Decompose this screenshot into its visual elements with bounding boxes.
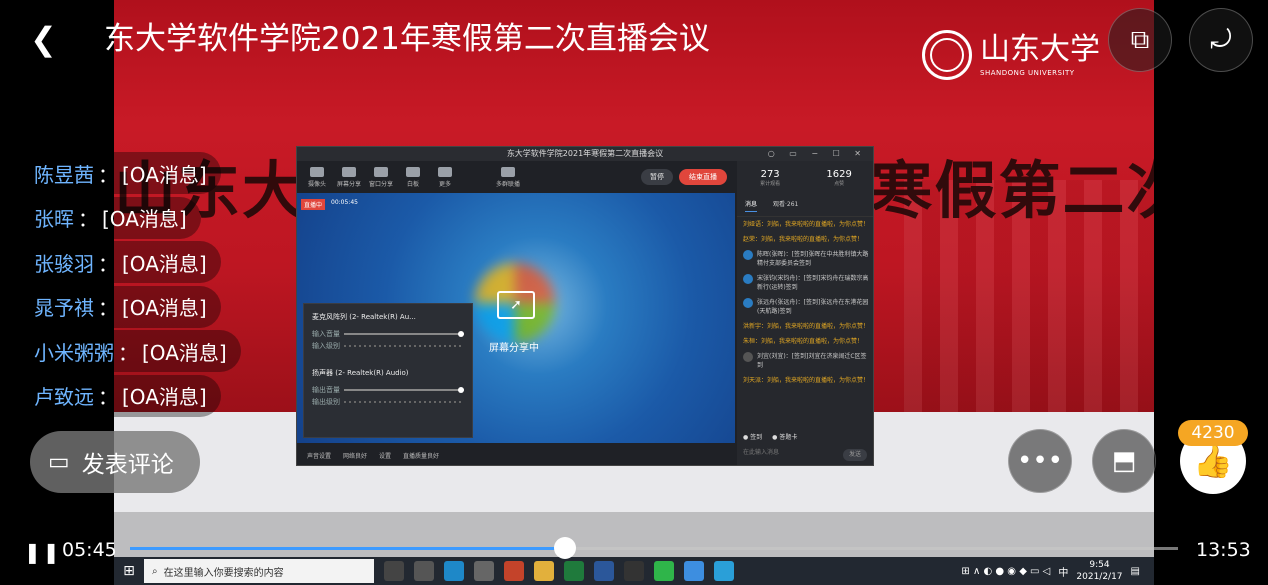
tool-window-share: 窗口分享 <box>369 166 393 188</box>
mic-level-row: 输入级别 <box>312 340 464 352</box>
shared-live-window: 东大学软件学院2021年寒假第二次直播会议 ○ ▭ − ☐ ✕ 摄像头 屏幕分享… <box>296 146 874 466</box>
chat-message: 张远舟(张远舟)：[签到]张远舟在东港花园(天航路)签到 <box>737 295 873 319</box>
chat-toggles: ● 签到 ● 答题卡 <box>743 434 798 441</box>
like-count-badge: 4230 <box>1178 420 1248 446</box>
logo-cn: 山东大学 <box>980 32 1100 67</box>
seek-progress <box>130 547 565 550</box>
playback-bar: ❚❚ 05:45 13:53 <box>0 530 1268 570</box>
thumbs-up-icon: 👍 <box>1193 442 1233 480</box>
picture-in-picture-icon[interactable]: ⧉ <box>1108 8 1172 72</box>
speaker-level-row: 输出级别 <box>312 396 464 408</box>
comment-item: 陈昱茜： [OA消息] <box>32 152 221 194</box>
video-player-screen: 山东大学软件学院2021年寒假第二次直 山东大学 SHANDONG UNIVER… <box>0 0 1268 585</box>
tool-whiteboard: 白板 <box>401 166 425 188</box>
chat-message: 刘天派：刘船，我来啦啦的直播啦，为你点赞！ <box>743 377 870 384</box>
chat-message: 刘宜(刘宜)：[签到]刘宜在济泉阔迁C区签到 <box>737 349 873 373</box>
window-controls: ○ ▭ − ☐ ✕ <box>767 149 867 158</box>
chat-message: 陈晖(张晖)：[签到]张晖在中共胜利镇大路精付支部委员会签到 <box>737 247 873 271</box>
comment-feed: 陈昱茜： [OA消息] 张晖： [OA消息] 张骏羽： [OA消息] 晁予祺： [OA消… <box>32 152 241 419</box>
live-tag: 直播中 <box>301 199 326 210</box>
tool-screen-share: 屏幕分享 <box>337 166 361 188</box>
back-arrow-icon[interactable]: ❮ <box>30 22 57 56</box>
live-chat-panel: 273 累计观看 1629 点赞 消息 观看·261 刘娅语：刘船，我来啦啦的直播啦… <box>737 161 873 465</box>
current-time: 05:45 <box>62 539 117 561</box>
video-title: 东大学软件学院2021年寒假第二次直播会议 <box>104 21 710 57</box>
live-status-bar: 声音设置 网络良好 设置 直播质量良好 <box>307 452 440 460</box>
tab-viewers: 观看·261 <box>773 201 799 208</box>
more-dots-icon[interactable]: ••• <box>1008 429 1072 493</box>
chat-send-button: 发送 <box>843 449 867 461</box>
shared-window-title: 东大学软件学院2021年寒假第二次直播会议 ○ ▭ − ☐ ✕ <box>297 147 873 161</box>
seek-handle[interactable] <box>553 537 576 559</box>
comment-item: 小米粥粥： [OA消息] <box>32 330 241 372</box>
post-comment-button[interactable]: ▭ 发表评论 <box>30 431 200 493</box>
share-status-label: 屏幕分享中 <box>489 343 539 354</box>
rotate-screen-icon[interactable]: ⤾ <box>1189 8 1253 72</box>
chat-message: 刘娅语：刘船，我来啦啦的直播啦，为你点赞！ <box>743 221 870 228</box>
stat-likes: 1629 点赞 <box>826 169 852 187</box>
speaker-device: 扬声器 (2- Realtek(R) Audio) <box>312 369 409 377</box>
end-live-button: 结束直播 <box>679 169 727 185</box>
tool-more: 更多 <box>433 166 457 188</box>
live-duration: 00:05:45 <box>331 199 358 206</box>
comment-item: 张晖： [OA消息] <box>32 196 201 239</box>
comment-item: 卢致远： [OA消息] <box>32 374 221 417</box>
pause-icon[interactable]: ❚❚ <box>24 540 62 564</box>
post-comment-label: 发表评论 <box>81 452 174 478</box>
university-seal-icon <box>922 30 972 80</box>
screen-share-icon: ➚ <box>497 291 535 319</box>
logo-en: SHANDONG UNIVERSITY <box>980 69 1075 77</box>
tab-messages: 消息 <box>745 199 758 212</box>
mic-device: 麦克风阵列 (2- Realtek(R) Au... <box>312 313 416 321</box>
stat-views: 273 累计观看 <box>760 169 781 187</box>
chat-message: 宋张钧(宋钧舟)：[签到]宋钧舟在瑞数宗高新行(运转)签到 <box>737 271 873 295</box>
comment-item: 张骏羽： [OA消息] <box>32 241 221 283</box>
cast-screen-icon[interactable]: ⬒ <box>1092 429 1156 493</box>
tool-camera: 摄像头 <box>305 166 329 188</box>
video-frame[interactable]: 山东大学软件学院2021年寒假第二次直 山东大学 SHANDONG UNIVER… <box>114 0 1154 585</box>
mic-volume-row: 输入音量 <box>312 328 464 340</box>
speaker-volume-row: 输出音量 <box>312 384 464 396</box>
university-logo: 山东大学 SHANDONG UNIVERSITY <box>922 30 1100 80</box>
comment-icon: ▭ <box>48 449 70 475</box>
chat-tabs: 消息 观看·261 <box>737 187 873 217</box>
chat-message: 朱桓：刘船，我来啦啦的直播啦，为你点赞！ <box>743 338 864 345</box>
chat-message: 洪新宇：刘船，我来啦啦的直播啦，为你点赞！ <box>743 323 870 330</box>
tool-multi-group: 多群联播 <box>491 166 525 188</box>
total-time: 13:53 <box>1196 539 1251 561</box>
shared-desktop: 直播中 00:05:45 ➚ 屏幕分享中 麦克风阵列 (2- Realtek(R… <box>297 193 735 443</box>
seek-track[interactable] <box>130 537 1178 559</box>
chat-message: 赵荣：刘船，我来啦啦的直播啦，为你点赞！ <box>743 236 864 243</box>
pause-live-button: 暂停 <box>641 169 673 185</box>
comment-item: 晁予祺： [OA消息] <box>32 285 221 328</box>
audio-settings-panel: 麦克风阵列 (2- Realtek(R) Au... 输入音量 输入级别 扬声器… <box>303 303 473 438</box>
